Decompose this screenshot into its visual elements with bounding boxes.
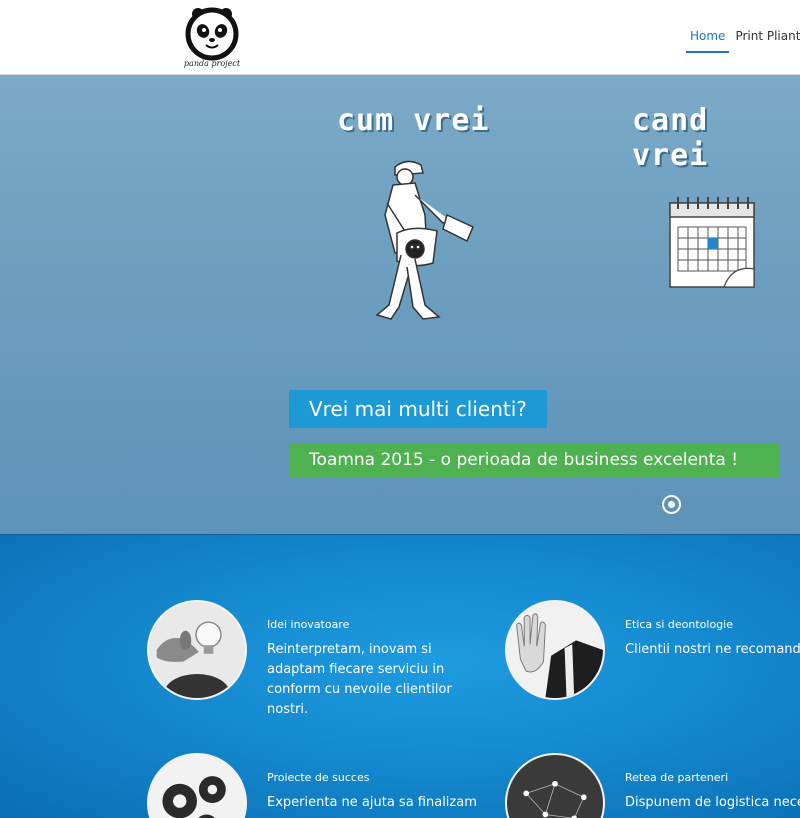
slide-title-cum-vrei: cum vrei [337,103,490,138]
feature-text: Experienta ne ajuta sa finalizam [267,795,477,810]
logo-caption: panda project [183,59,241,68]
feature-title: Etica si deontologie [625,618,733,631]
nav-item-home[interactable]: Home [686,22,730,53]
slide-title-cand-vrei: cand vrei [632,103,709,173]
slide-caption-primary: Vrei mai multi clienti? [289,390,547,428]
network-globe-icon [505,753,605,818]
hero-slider: cum vrei cand vrei Vrei mai multi client… [0,75,800,534]
feature-title: Retea de parteneri [625,771,729,784]
lightbulb-hand-icon [147,600,247,700]
main-nav: Home Print Pliante [686,22,800,53]
feature-text: Dispunem de logistica nece [625,795,800,810]
slider-bullet-active[interactable] [662,495,681,514]
calendar-illustration-icon [669,197,755,288]
nav-item-print-pliante[interactable]: Print Pliante [731,22,800,53]
feature-text: Reinterpretam, inovam si adaptam fiecare… [267,642,452,717]
slide-caption-secondary: Toamna 2015 - o perioada de business exc… [289,444,780,477]
gears-icon [147,753,247,818]
raised-hand-icon [505,600,605,700]
features-section: Idei inovatoare Reinterpretam, inovam si… [0,534,800,818]
courier-illustration-icon [375,160,474,320]
site-header: panda project Home Print Pliante [0,0,800,75]
feature-title: Proiecte de succes [267,771,370,784]
feature-text: Clientii nostri ne recomanda pentru prof… [625,642,800,657]
feature-title: Idei inovatoare [267,618,350,631]
